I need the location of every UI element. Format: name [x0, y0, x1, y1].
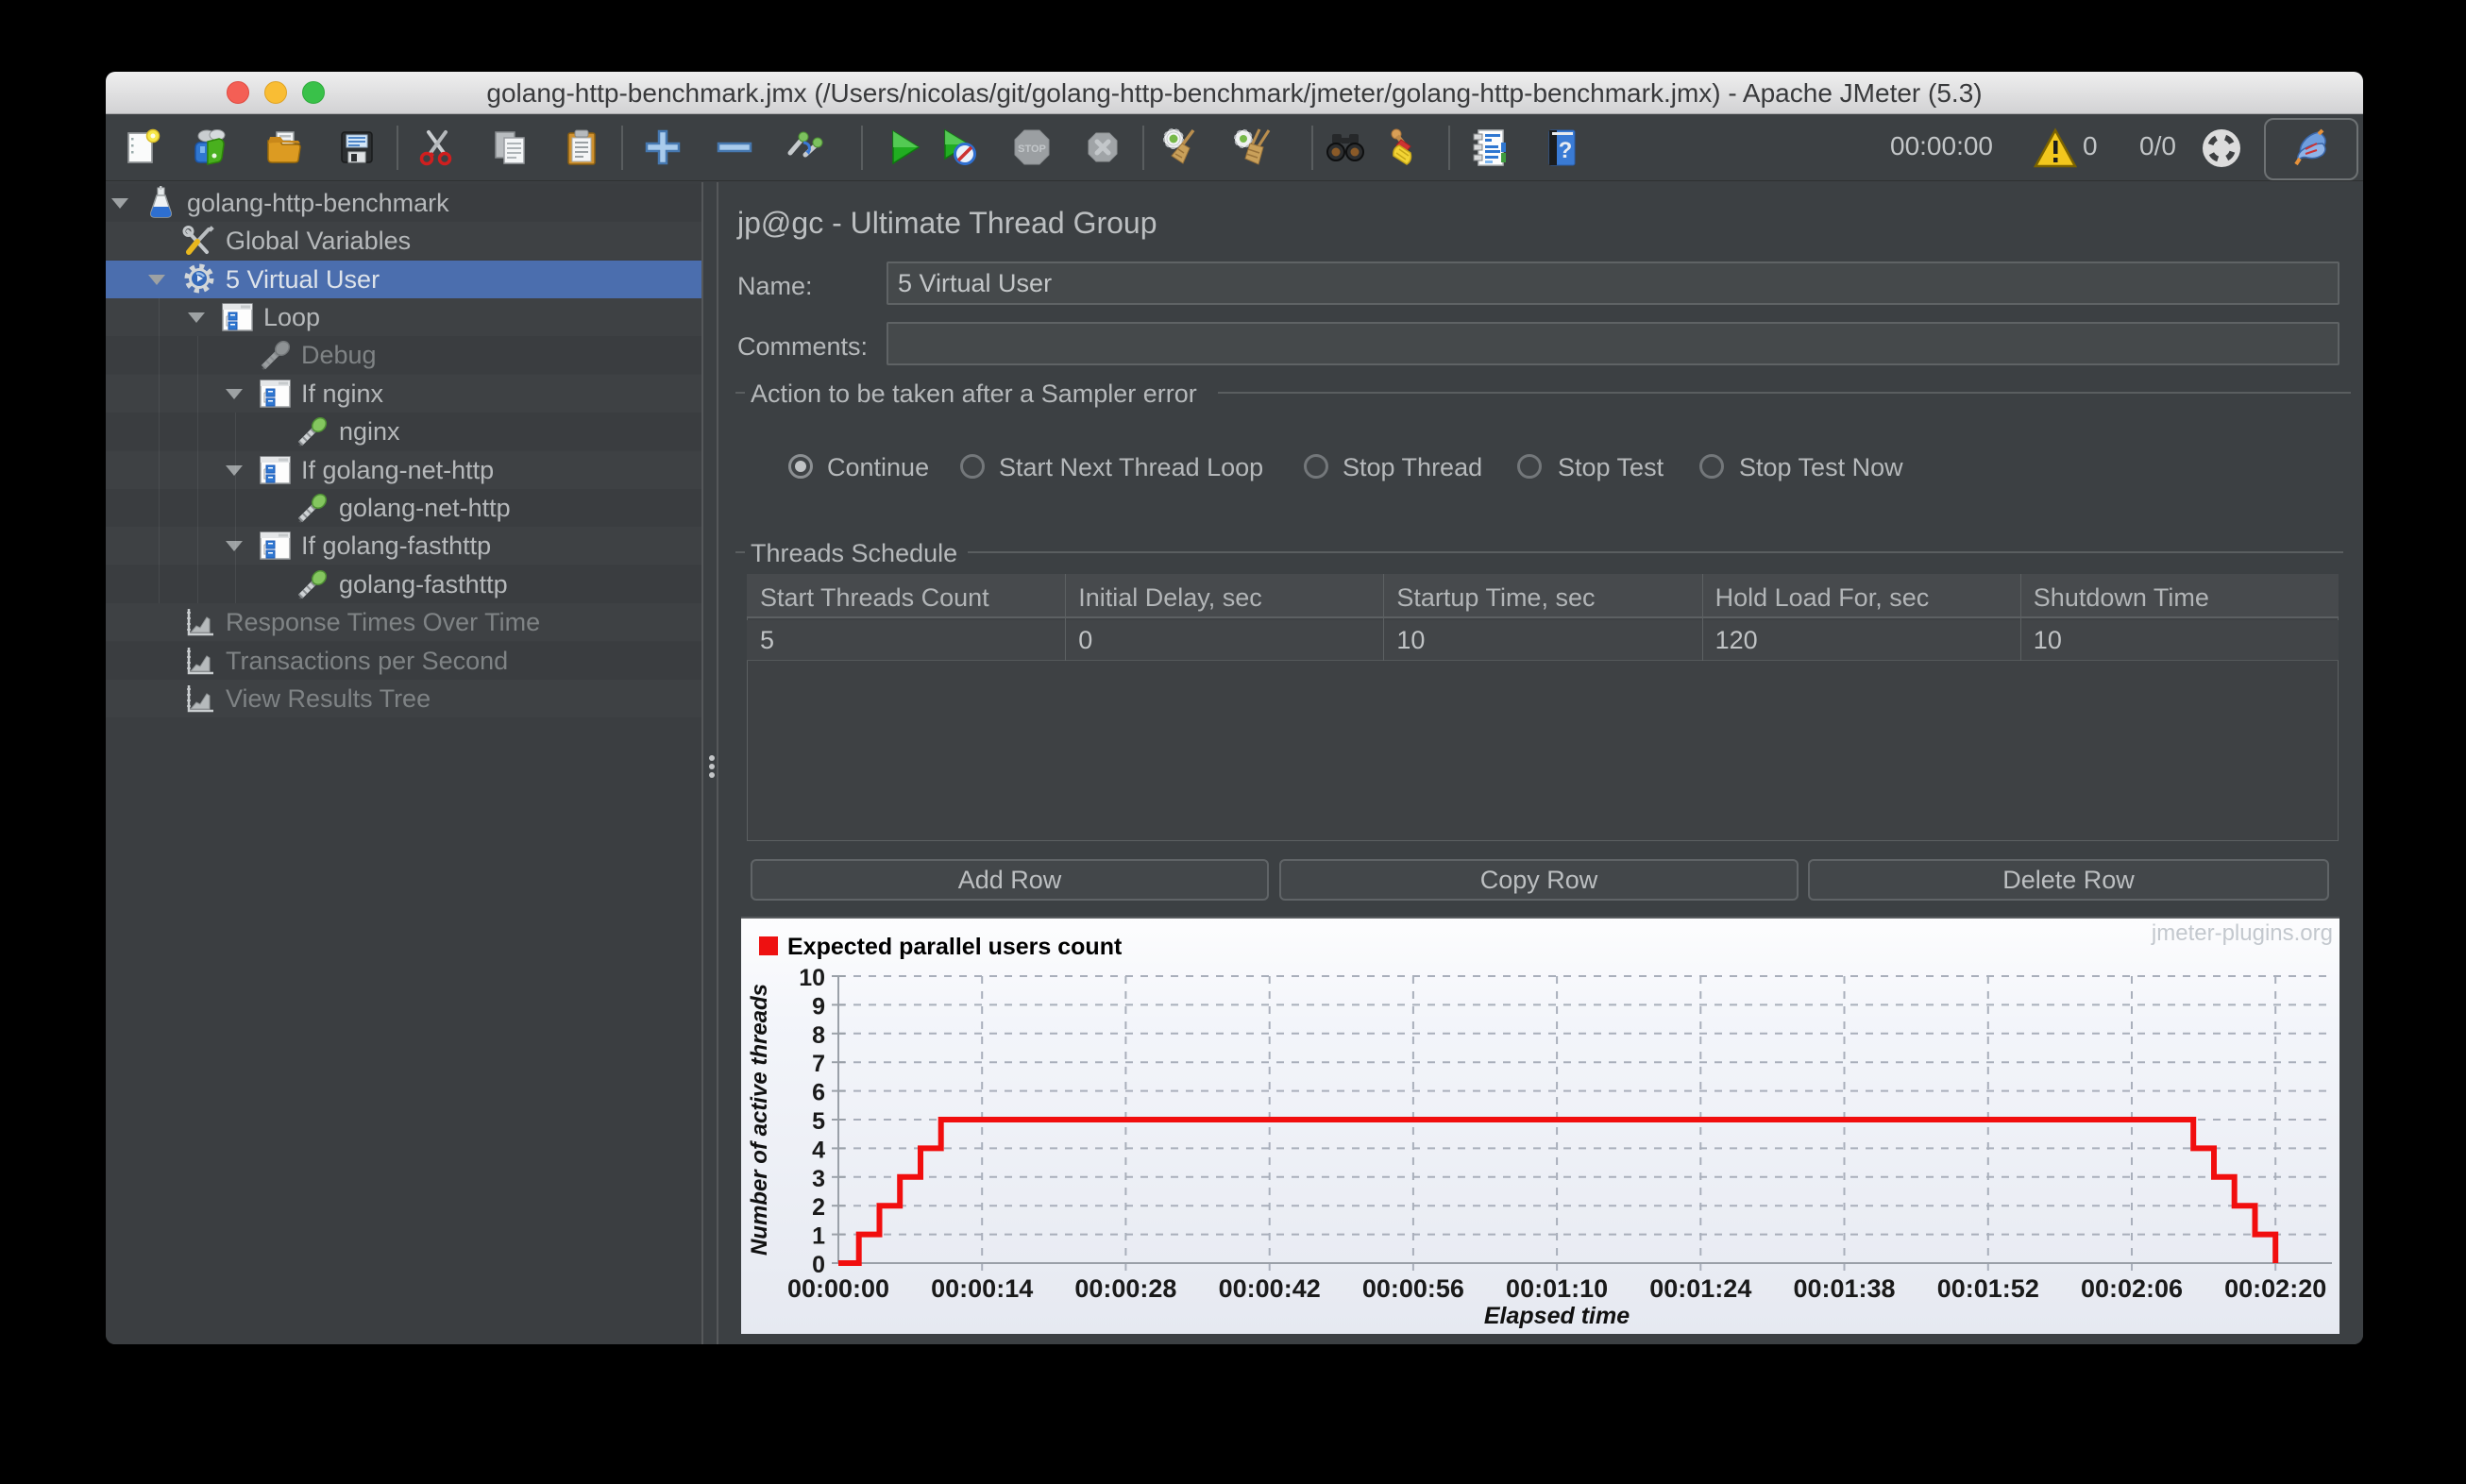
svg-text:00:02:20: 00:02:20: [2224, 1274, 2326, 1303]
svg-text:00:02:06: 00:02:06: [2081, 1274, 2183, 1303]
svg-text:6: 6: [812, 1080, 825, 1106]
svg-text:00:01:10: 00:01:10: [1506, 1274, 1608, 1303]
svg-text:Elapsed time: Elapsed time: [1484, 1303, 1630, 1329]
svg-text:00:01:52: 00:01:52: [1937, 1274, 2039, 1303]
svg-text:4: 4: [812, 1137, 825, 1163]
svg-text:9: 9: [812, 993, 825, 1020]
svg-text:00:00:00: 00:00:00: [787, 1274, 889, 1303]
svg-text:1: 1: [812, 1223, 825, 1250]
svg-text:2: 2: [812, 1194, 825, 1221]
svg-text:Number of active threads: Number of active threads: [747, 984, 772, 1256]
svg-text:00:00:56: 00:00:56: [1362, 1274, 1464, 1303]
svg-text:Expected parallel users count: Expected parallel users count: [787, 934, 1123, 960]
svg-text:00:01:24: 00:01:24: [1649, 1274, 1751, 1303]
svg-text:00:01:38: 00:01:38: [1793, 1274, 1895, 1303]
svg-text:3: 3: [812, 1166, 825, 1192]
svg-text:?: ?: [1559, 138, 1573, 163]
svg-text:00:00:28: 00:00:28: [1074, 1274, 1176, 1303]
svg-text:STOP: STOP: [1018, 143, 1046, 155]
svg-text:7: 7: [812, 1051, 825, 1077]
svg-text:10: 10: [799, 965, 825, 991]
svg-text:8: 8: [812, 1022, 825, 1049]
svg-text:00:00:14: 00:00:14: [931, 1274, 1033, 1303]
svg-text:jmeter-plugins.org: jmeter-plugins.org: [2151, 920, 2333, 946]
svg-text:5: 5: [812, 1108, 825, 1135]
svg-text:00:00:42: 00:00:42: [1219, 1274, 1321, 1303]
